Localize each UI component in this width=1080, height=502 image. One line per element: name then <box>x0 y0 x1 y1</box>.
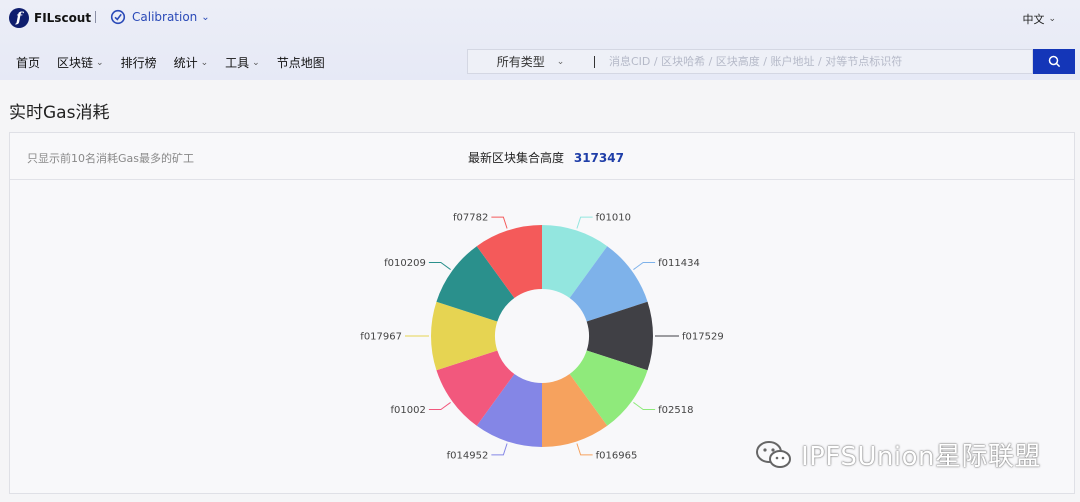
language-label: 中文 <box>1022 13 1045 26</box>
header-divider <box>95 11 96 23</box>
label-line-f01010 <box>576 216 593 229</box>
nav-label: 工具 <box>225 56 250 70</box>
chevron-down-icon: ⌄ <box>201 11 210 23</box>
watermark-text: IPFSUnion星际联盟 <box>801 442 1041 472</box>
search-button[interactable] <box>1033 49 1075 74</box>
slice-label-f01010: f01010 <box>596 213 631 224</box>
nav-item-tools[interactable]: 工具 ⌄ <box>225 54 260 71</box>
slice-label-f07782: f07782 <box>453 213 488 224</box>
label-line-f011434 <box>633 262 656 270</box>
search-bar: 所有类型 ⌄ <box>467 49 1033 74</box>
watermark: IPFSUnion星际联盟 <box>755 436 1041 473</box>
wechat-icon <box>756 440 791 468</box>
label-line-f016965 <box>576 443 593 456</box>
text-cursor <box>594 55 595 68</box>
search-type-select[interactable]: 所有类型 ⌄ <box>468 53 593 70</box>
search-icon <box>1048 55 1060 68</box>
chevron-down-icon: ⌄ <box>252 57 260 68</box>
slice-label-f017529: f017529 <box>682 332 724 343</box>
top-bar: f FILscout Calibration ⌄ 中文 ⌄ 首页 区块链 ⌄ 排… <box>0 0 1080 80</box>
slice-label-f011434: f011434 <box>658 258 700 269</box>
slice-label-f010209: f010209 <box>384 258 426 269</box>
nav-item-statistics[interactable]: 统计 ⌄ <box>174 54 209 71</box>
label-line-f07782 <box>491 216 508 229</box>
slice-label-f014952: f014952 <box>447 450 489 461</box>
label-line-f010209 <box>428 262 451 270</box>
brand-name: FILscout <box>34 11 92 25</box>
nav-item-node-map[interactable]: 节点地图 <box>277 54 325 71</box>
nav-item-home[interactable]: 首页 <box>16 54 40 71</box>
slice-label-f01002: f01002 <box>391 405 426 416</box>
page-title: 实时Gas消耗 <box>9 103 110 123</box>
nav-label: 统计 <box>173 56 198 70</box>
filscout-logo-icon: f <box>9 8 29 28</box>
network-icon <box>110 9 126 25</box>
network-name: Calibration <box>132 10 198 24</box>
chevron-down-icon: ⌄ <box>96 57 104 68</box>
chevron-down-icon: ⌄ <box>1048 14 1056 24</box>
label-line-f02518 <box>633 402 656 410</box>
slice-label-f02518: f02518 <box>658 405 693 416</box>
nav-label: 首页 <box>16 56 41 70</box>
search-type-label: 所有类型 <box>496 55 545 69</box>
chevron-down-icon: ⌄ <box>556 56 565 67</box>
search-input[interactable] <box>607 54 1032 69</box>
nav-label: 区块链 <box>57 56 94 70</box>
label-line-f014952 <box>491 443 508 456</box>
nav-item-ranking[interactable]: 排行榜 <box>121 54 157 71</box>
language-selector[interactable]: 中文 ⌄ <box>1022 11 1056 27</box>
brand[interactable]: f FILscout <box>9 8 91 28</box>
nav-label: 排行榜 <box>120 56 157 70</box>
label-line-f01002 <box>428 402 451 410</box>
chevron-down-icon: ⌄ <box>200 57 209 68</box>
nav-label: 节点地图 <box>276 56 325 70</box>
main-nav: 首页 区块链 ⌄ 排行榜 统计 ⌄ 工具 ⌄ 节点地图 <box>16 54 342 71</box>
network-selector[interactable]: Calibration ⌄ <box>110 9 210 25</box>
slice-label-f016965: f016965 <box>596 450 638 461</box>
nav-item-blockchain[interactable]: 区块链 ⌄ <box>57 54 104 71</box>
slice-label-f017967: f017967 <box>360 332 402 343</box>
